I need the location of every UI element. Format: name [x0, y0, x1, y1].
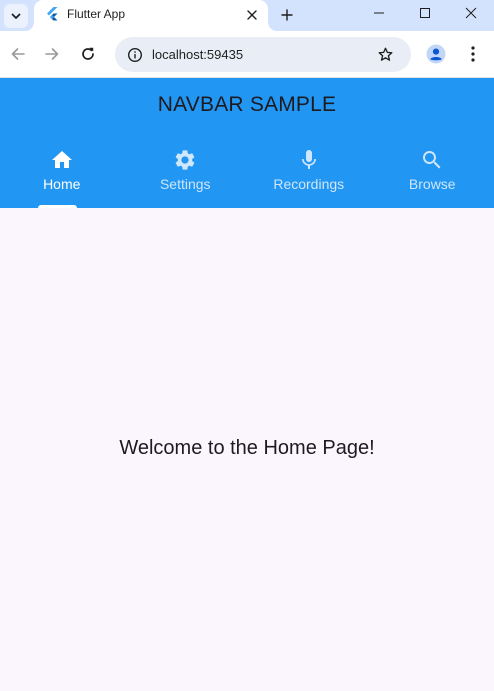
browser-toolbar: localhost:59435 [0, 31, 494, 78]
maximize-button[interactable] [402, 0, 448, 26]
chevron-down-icon [11, 13, 21, 19]
app-bar: NAVBAR SAMPLE Home Settings Recordings B… [0, 78, 494, 208]
flutter-logo-icon [47, 7, 58, 21]
arrow-forward-icon [45, 48, 59, 60]
tab-browse[interactable]: Browse [371, 142, 494, 208]
window-close-button[interactable] [448, 0, 494, 26]
tab-settings[interactable]: Settings [124, 142, 248, 208]
tab-label: Browse [408, 176, 456, 192]
tab-home[interactable]: Home [0, 142, 124, 208]
tab-recordings[interactable]: Recordings [247, 142, 371, 208]
star-icon [378, 47, 393, 61]
new-tab-button[interactable] [275, 3, 299, 27]
tab-close-button[interactable] [240, 3, 264, 27]
plus-icon [281, 9, 293, 21]
reload-button[interactable] [72, 38, 104, 70]
tab-bar: Home Settings Recordings Browse [0, 142, 494, 208]
welcome-message: Welcome to the Home Page! [119, 437, 375, 459]
settings-icon [175, 150, 195, 170]
minimize-icon [374, 12, 384, 14]
bookmark-button[interactable] [372, 41, 399, 68]
home-icon [51, 151, 72, 168]
forward-button[interactable] [36, 38, 68, 70]
site-info-button[interactable] [121, 41, 148, 68]
reload-icon [82, 47, 94, 60]
browser-tab-strip: Flutter App [0, 0, 494, 31]
info-icon [127, 47, 142, 62]
arrow-back-icon [11, 48, 25, 60]
tab-label: Recordings [273, 176, 345, 192]
minimize-button[interactable] [356, 0, 402, 26]
close-icon [247, 10, 257, 20]
page-content: Welcome to the Home Page! [0, 208, 494, 691]
search-icon [423, 151, 441, 169]
kebab-menu-icon [471, 46, 475, 62]
address-bar[interactable]: localhost:59435 [115, 37, 411, 72]
tab-label: Settings [159, 176, 211, 192]
browser-tab[interactable]: Flutter App [34, 0, 268, 31]
tab-title: Flutter App [67, 7, 126, 21]
profile-icon [426, 44, 446, 64]
tab-label: Home [43, 176, 81, 192]
close-icon [465, 7, 477, 19]
back-button[interactable] [2, 38, 34, 70]
page-title: NAVBAR SAMPLE [157, 93, 337, 116]
profile-button[interactable] [420, 38, 452, 70]
url-text[interactable]: localhost:59435 [152, 47, 243, 62]
mic-icon [301, 150, 316, 169]
maximize-icon [420, 8, 430, 18]
browser-menu-button[interactable] [457, 38, 489, 70]
